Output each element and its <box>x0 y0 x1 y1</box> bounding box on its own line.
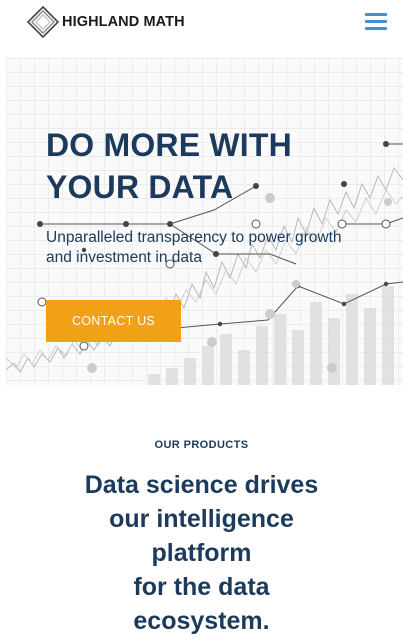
hero-title-line-2: YOUR DATA <box>46 169 234 205</box>
section-label-our-products: OUR PRODUCTS <box>154 439 249 451</box>
products-heading-line-1: Data science drives <box>84 471 319 499</box>
diamond-logo-icon <box>26 5 60 39</box>
brand-logo[interactable]: HIGHLAND MATH <box>26 4 185 40</box>
hero-section: DO MORE WITH YOUR DATA Unparalleled tran… <box>6 58 403 385</box>
products-heading-line-3: platform <box>151 539 252 567</box>
hero-title-line-1: DO MORE WITH <box>46 127 292 163</box>
hamburger-menu-icon[interactable] <box>365 13 387 31</box>
products-heading-line-5: ecosystem. <box>133 607 270 635</box>
contact-us-button[interactable]: CONTACT US <box>46 300 181 342</box>
hero-title: DO MORE WITH YOUR DATA <box>46 124 366 208</box>
brand-name: HIGHLAND MATH <box>62 14 185 30</box>
products-heading-line-4: for the data <box>133 573 270 601</box>
products-heading: Data science drives our intelligence pla… <box>40 468 363 638</box>
site-header: HIGHLAND MATH <box>0 0 403 44</box>
hero-subtitle: Unparalleled transparency to power growt… <box>46 229 342 266</box>
products-heading-line-2: our intelligence <box>109 505 294 533</box>
